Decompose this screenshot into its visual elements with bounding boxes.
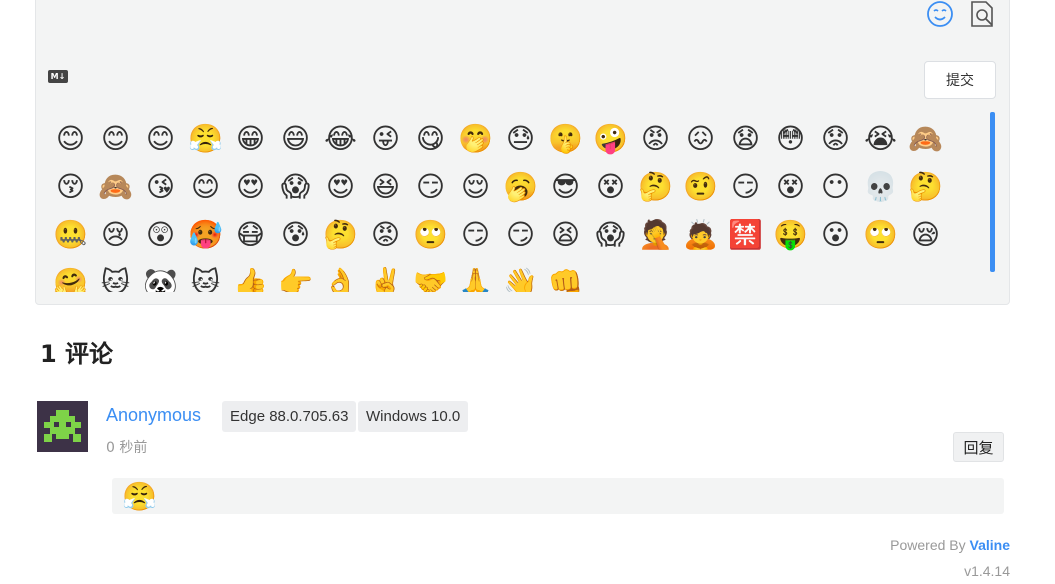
- emoji-item[interactable]: 😂: [318, 115, 363, 163]
- emoji-item[interactable]: 😟: [813, 115, 858, 163]
- emoji-item[interactable]: 😏: [453, 211, 498, 259]
- emoji-item[interactable]: 🙏: [453, 259, 498, 293]
- emoji-item[interactable]: 😌: [453, 163, 498, 211]
- emoji-item[interactable]: 😪: [903, 211, 948, 259]
- emoji-item[interactable]: 😤: [183, 115, 228, 163]
- emoji-item[interactable]: 😊: [93, 115, 138, 163]
- emoji-item[interactable]: 🙄: [858, 211, 903, 259]
- emoji-item[interactable]: 🙇: [678, 211, 723, 259]
- emoji-item[interactable]: 😆: [363, 163, 408, 211]
- emoji-item[interactable]: 😜: [363, 115, 408, 163]
- emoji-item[interactable]: 😍: [318, 163, 363, 211]
- comment-author-name[interactable]: Anonymous: [106, 405, 201, 426]
- powered-by: Powered By Valine: [890, 537, 1010, 553]
- emoji-item[interactable]: 😡: [633, 115, 678, 163]
- emoji-item[interactable]: 🐱: [183, 259, 228, 293]
- emoji-item[interactable]: 👊: [543, 259, 588, 293]
- comment-count-title: 1 评论: [40, 340, 114, 368]
- emoji-item[interactable]: 😏: [723, 163, 768, 211]
- emoji-item[interactable]: 😱: [273, 163, 318, 211]
- emoji-item[interactable]: 🥵: [183, 211, 228, 259]
- emoji-item[interactable]: 🙈: [903, 115, 948, 163]
- emoji-item[interactable]: 🤔: [318, 211, 363, 259]
- comment-editor-panel: M↓ 提交 😊 😊 😊 😤 😁 😄 😂 😜 😋 🤭 😓 🤫 🤪 😡 😖 😧 😳 😟 😭 🙈 😚 🙈 😘 😊 😍 😱 😍 😆 😏 😌 🥱 😎 😵 🤔…: [35, 0, 1010, 305]
- avatar: [37, 401, 88, 452]
- emoji-item[interactable]: 💀: [858, 163, 903, 211]
- emoji-item[interactable]: 😎: [543, 163, 588, 211]
- emoji-item[interactable]: 😵: [768, 163, 813, 211]
- os-badge: Windows 10.0: [358, 401, 469, 432]
- emoji-item[interactable]: 😧: [723, 115, 768, 163]
- emoji-item[interactable]: 🤭: [453, 115, 498, 163]
- emoji-item[interactable]: 😚: [48, 163, 93, 211]
- emoji-item[interactable]: 😁: [228, 115, 273, 163]
- emoji-item[interactable]: 👌: [318, 259, 363, 293]
- emoji-item[interactable]: 😰: [273, 211, 318, 259]
- emoji-item[interactable]: 😶: [813, 163, 858, 211]
- emoji-item[interactable]: 🤐: [48, 211, 93, 259]
- markdown-icon[interactable]: M↓: [48, 70, 68, 83]
- emoji-item[interactable]: 🤦: [633, 211, 678, 259]
- emoji-item[interactable]: 🤔: [903, 163, 948, 211]
- emoji-item[interactable]: 😡: [363, 211, 408, 259]
- submit-button[interactable]: 提交: [924, 61, 996, 99]
- version-label: v1.4.14: [964, 563, 1010, 579]
- emoji-grid: 😊 😊 😊 😤 😁 😄 😂 😜 😋 🤭 😓 🤫 🤪 😡 😖 😧 😳 😟 😭 🙈 😚 🙈 😘 😊 😍 😱 😍 😆 😏 😌 🥱 😎 😵 🤔 🤨 😏 😵 😶 💀 🤔…: [48, 115, 968, 293]
- editor-toolbar: [925, 0, 997, 29]
- emoji-item[interactable]: 😏: [498, 211, 543, 259]
- emoji-item[interactable]: 😊: [183, 163, 228, 211]
- emoji-item[interactable]: 😵: [588, 163, 633, 211]
- emoji-item[interactable]: 🤔: [633, 163, 678, 211]
- emoji-item[interactable]: 😳: [768, 115, 813, 163]
- emoji-item[interactable]: 😘: [138, 163, 183, 211]
- browser-badge: Edge 88.0.705.63: [222, 401, 357, 432]
- emoji-item[interactable]: 😊: [138, 115, 183, 163]
- valine-link[interactable]: Valine: [970, 537, 1010, 553]
- emoji-item[interactable]: 😊: [48, 115, 93, 163]
- emoji-item[interactable]: 😫: [543, 211, 588, 259]
- emoji-item[interactable]: 😱: [588, 211, 633, 259]
- emoji-item[interactable]: 😭: [858, 115, 903, 163]
- emoji-item[interactable]: 👍: [228, 259, 273, 293]
- emoji-item[interactable]: 🐼: [138, 259, 183, 293]
- reply-button[interactable]: 回复: [953, 432, 1004, 462]
- emoji-item[interactable]: 😏: [408, 163, 453, 211]
- emoji-item[interactable]: 🤫: [543, 115, 588, 163]
- preview-icon[interactable]: [967, 0, 997, 29]
- emoji-item[interactable]: 🤝: [408, 259, 453, 293]
- emoji-item[interactable]: 😖: [678, 115, 723, 163]
- emoji-scrollbar[interactable]: [990, 112, 995, 272]
- emoji-item[interactable]: 🤗: [48, 259, 93, 293]
- emoji-item[interactable]: 😄: [273, 115, 318, 163]
- emoji-item[interactable]: 🈲: [723, 211, 768, 259]
- powered-by-prefix: Powered By: [890, 537, 970, 553]
- emoji-item[interactable]: 🤑: [768, 211, 813, 259]
- emoji-item[interactable]: 😍: [228, 163, 273, 211]
- emoji-item[interactable]: 😋: [408, 115, 453, 163]
- emoji-item[interactable]: 🙈: [93, 163, 138, 211]
- emoji-item[interactable]: 👉: [273, 259, 318, 293]
- emoji-item[interactable]: 🤪: [588, 115, 633, 163]
- emoji-item[interactable]: 🙄: [408, 211, 453, 259]
- comment-content: 😤: [112, 478, 1004, 514]
- comment-timestamp: 0 秒前: [106, 440, 148, 456]
- emoji-item[interactable]: 😲: [138, 211, 183, 259]
- emoji-item[interactable]: 😓: [498, 115, 543, 163]
- emoji-item[interactable]: 😮: [813, 211, 858, 259]
- emoji-item[interactable]: 😢: [93, 211, 138, 259]
- emoji-item[interactable]: 🥱: [498, 163, 543, 211]
- emoji-item[interactable]: ✌️: [363, 259, 408, 293]
- emoji-item[interactable]: 👋: [498, 259, 543, 293]
- emoji-picker-icon[interactable]: [925, 0, 955, 29]
- emoji-item[interactable]: 🤨: [678, 163, 723, 211]
- emoji-item[interactable]: 🐱: [93, 259, 138, 293]
- emoji-item[interactable]: 😷: [228, 211, 273, 259]
